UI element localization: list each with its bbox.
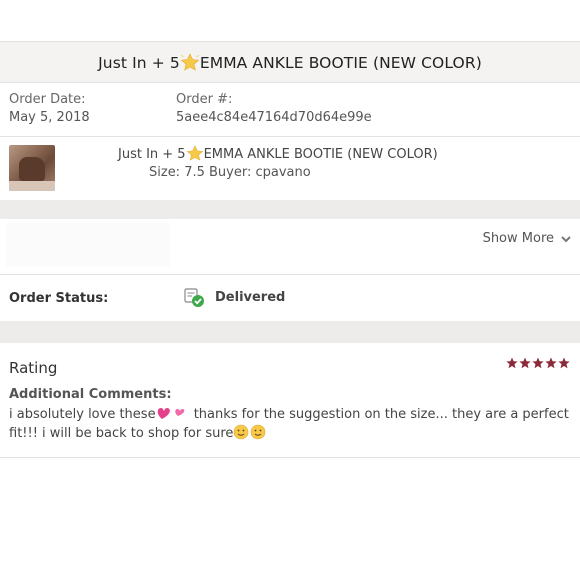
star-icon (506, 357, 518, 369)
show-more-label: Show More (482, 231, 554, 246)
comment-part-1: i absolutely love these (9, 407, 156, 422)
glowing-star-icon (186, 145, 203, 161)
two-hearts-icon (157, 408, 184, 419)
item-title-suffix: EMMA ANKLE BOOTIE (NEW COLOR) (203, 147, 438, 162)
order-status-label: Order Status: (9, 291, 109, 306)
delivered-text: Delivered (215, 289, 286, 305)
rating-title: Rating (9, 359, 58, 377)
order-meta: Order Date: May 5, 2018 Order #: 5aee4c8… (9, 92, 569, 132)
show-more-row: Show More (0, 219, 580, 274)
listing-title-bar: Just In + 5 EMMA ANKLE BOOTIE (NEW COLOR… (0, 41, 580, 83)
section-separator (0, 321, 580, 343)
title-suffix: EMMA ANKLE BOOTIE (NEW COLOR) (199, 53, 482, 72)
order-status-row: Order Status: Delivered (0, 276, 580, 320)
order-status-value: Delivered (183, 286, 285, 308)
product-thumbnail[interactable] (9, 145, 55, 191)
divider (0, 274, 580, 275)
blank-block (6, 223, 170, 267)
order-date-label: Order Date: (9, 92, 86, 107)
item-details: Size: 7.5 Buyer: cpavano (149, 165, 311, 180)
rating-stars (506, 357, 570, 369)
title-prefix: Just In + 5 (98, 53, 180, 72)
comments-label: Additional Comments: (9, 387, 172, 402)
comment-text: i absolutely love these thanks for the s… (9, 405, 579, 443)
star-icon (558, 357, 570, 369)
divider (0, 457, 580, 458)
order-date-value: May 5, 2018 (9, 110, 90, 125)
order-number-value: 5aee4c84e47164d70d64e99e (176, 110, 372, 125)
rating-section: Rating Additional Comments: i absolutely… (0, 343, 580, 458)
smiley-face-icon (234, 424, 266, 440)
order-item[interactable]: Just In + 5 EMMA ANKLE BOOTIE (NEW COLOR… (9, 145, 569, 193)
listing-title: Just In + 5 EMMA ANKLE BOOTIE (NEW COLOR… (98, 52, 482, 72)
glowing-star-icon (180, 52, 200, 71)
order-date: Order Date: May 5, 2018 (9, 92, 90, 125)
section-separator (0, 200, 580, 219)
star-icon (519, 357, 531, 369)
star-icon (532, 357, 544, 369)
star-icon (545, 357, 557, 369)
item-title: Just In + 5 EMMA ANKLE BOOTIE (NEW COLOR… (118, 145, 438, 162)
item-info: Just In + 5 EMMA ANKLE BOOTIE (NEW COLOR… (118, 145, 438, 180)
order-number: Order #: 5aee4c84e47164d70d64e99e (176, 92, 372, 125)
item-title-prefix: Just In + 5 (118, 147, 186, 162)
order-number-label: Order #: (176, 92, 233, 107)
delivered-check-icon (184, 288, 204, 307)
divider (0, 136, 580, 137)
show-more-button[interactable]: Show More (483, 231, 572, 246)
chevron-down-icon (561, 235, 571, 242)
